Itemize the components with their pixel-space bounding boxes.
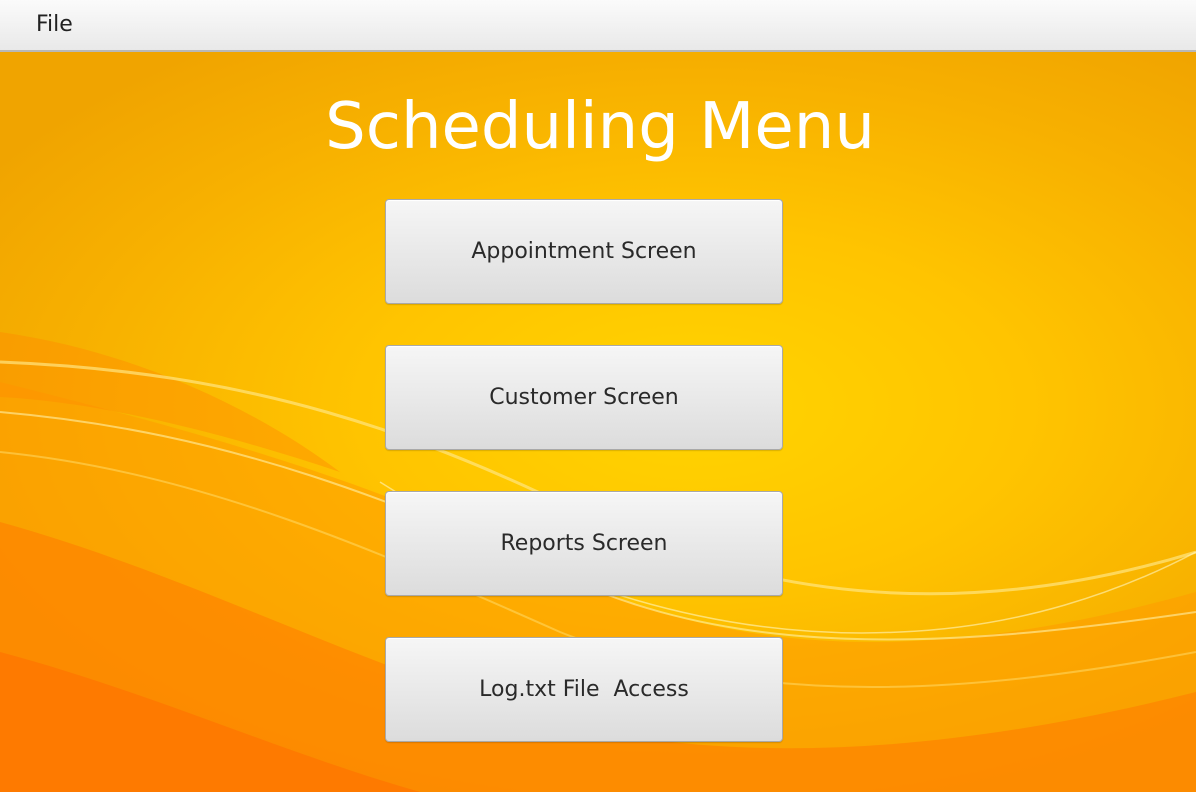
menu-bar: File <box>0 0 1196 52</box>
appointment-screen-button[interactable]: Appointment Screen <box>385 199 783 304</box>
app-window: File Scheduling Menu Appointment Screen … <box>0 0 1196 792</box>
menu-file[interactable]: File <box>26 8 83 41</box>
reports-screen-button[interactable]: Reports Screen <box>385 491 783 596</box>
main-content: Scheduling Menu Appointment Screen Custo… <box>0 52 1196 792</box>
page-title: Scheduling Menu <box>325 90 875 164</box>
log-file-access-button[interactable]: Log.txt File Access <box>385 637 783 742</box>
customer-screen-button[interactable]: Customer Screen <box>385 345 783 450</box>
